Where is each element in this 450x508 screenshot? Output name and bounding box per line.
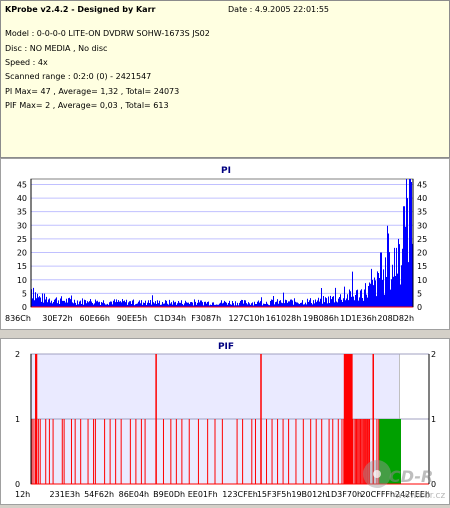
scan-date: Date : 4.9.2005 22:01:55 xyxy=(228,5,329,14)
pi-y-tick-right: 10 xyxy=(417,276,427,285)
drive-model: Model : 0-0-0-0 LITE-ON DVDRW SOHW-1673S… xyxy=(5,29,210,38)
pi-y-tick-right: 45 xyxy=(417,180,427,189)
pif-y-tick-left: 2 xyxy=(15,350,20,359)
pif-y-tick-left: 0 xyxy=(15,480,20,489)
pif-x-tick: 15F3F5h xyxy=(257,490,292,499)
pif-x-tick: 54F62h xyxy=(84,490,114,499)
disc-info: Disc : NO MEDIA , No disc xyxy=(5,44,108,53)
pi-y-tick-left: 5 xyxy=(22,289,27,298)
pi-y-tick-left: 0 xyxy=(22,303,27,312)
pi-y-tick-right: 40 xyxy=(417,194,427,203)
pi-y-tick-left: 30 xyxy=(17,221,27,230)
pif-x-tick: 123CFEh xyxy=(222,490,258,499)
watermark-logo: CD-R www.cdr.cz xyxy=(363,460,445,501)
pi-y-tick-right: 15 xyxy=(417,262,427,271)
app-title: KProbe v2.4.2 - Designed by Karr xyxy=(5,5,156,14)
pi-x-tick: 90EE5h xyxy=(117,314,147,323)
pi-chart: PI 0 0 5 5 10 10 15 15 20 20 25 25 30 30 35 35 40 40 45 45 83… xyxy=(5,166,427,323)
pi-x-tick: 208D82h xyxy=(377,314,414,323)
pi-y-tick-right: 35 xyxy=(417,208,427,217)
pi-y-tick-left: 10 xyxy=(17,276,27,285)
pif-chart-title: PIF xyxy=(218,342,234,352)
pi-y-tick-left: 45 xyxy=(17,180,27,189)
pi-x-tick: 836Ch xyxy=(5,314,31,323)
pi-y-tick-right: 20 xyxy=(417,249,427,258)
info-panel: KProbe v2.4.2 - Designed by Karr Date : … xyxy=(0,0,450,158)
pif-y-tick-left: 1 xyxy=(15,415,20,424)
pif-y-tick-right: 2 xyxy=(431,350,436,359)
pi-y-tick-right: 5 xyxy=(417,289,422,298)
watermark-text: CD-R xyxy=(389,467,433,486)
pi-x-tick: 30E72h xyxy=(42,314,72,323)
pi-y-tick-right: 30 xyxy=(417,221,427,230)
pi-y-tick-left: 25 xyxy=(17,235,27,244)
pi-chart-title: PI xyxy=(221,166,231,176)
pi-summary: PI Max= 47 , Average= 1,32 , Total= 2407… xyxy=(5,87,180,96)
pi-y-tick-right: 0 xyxy=(417,303,422,312)
pi-x-tick: 1D1E36h xyxy=(340,314,377,323)
pi-x-tick: C1D34h xyxy=(154,314,186,323)
pif-x-tick: 86E04h xyxy=(119,490,149,499)
pi-x-tick: 19B086h xyxy=(303,314,339,323)
pi-y-tick-left: 40 xyxy=(17,194,27,203)
watermark-url: www.cdr.cz xyxy=(395,491,445,501)
pif-y-tick-right: 1 xyxy=(431,415,436,424)
pi-y-tick-left: 20 xyxy=(17,249,27,258)
pif-x-tick: EE01Fh xyxy=(188,490,218,499)
scanned-range: Scanned range : 0:2:0 (0) - 2421547 xyxy=(5,72,152,81)
pif-x-tick: 19B012h xyxy=(291,490,327,499)
pi-y-tick-left: 35 xyxy=(17,208,27,217)
pif-dense-bar xyxy=(343,354,353,484)
pi-y-tick-right: 25 xyxy=(417,235,427,244)
speed-info: Speed : 4x xyxy=(5,58,48,67)
pi-x-tick: 127C10h xyxy=(228,314,264,323)
pi-x-tick: 161028h xyxy=(266,314,302,323)
pi-x-tick: F3087h xyxy=(191,314,221,323)
pif-x-tick: 12h xyxy=(15,490,30,499)
pif-x-tick: B9E0Dh xyxy=(153,490,185,499)
pif-x-tick: 231E3h xyxy=(50,490,80,499)
pi-x-tick: 60E66h xyxy=(79,314,109,323)
pi-chart-panel: PI 0 0 5 5 10 10 15 15 20 20 25 25 30 30 35 35 40 40 45 45 83… xyxy=(0,158,450,330)
pi-y-tick-left: 15 xyxy=(17,262,27,271)
pif-summary: PIF Max= 2 , Average= 0,03 , Total= 613 xyxy=(5,101,169,110)
